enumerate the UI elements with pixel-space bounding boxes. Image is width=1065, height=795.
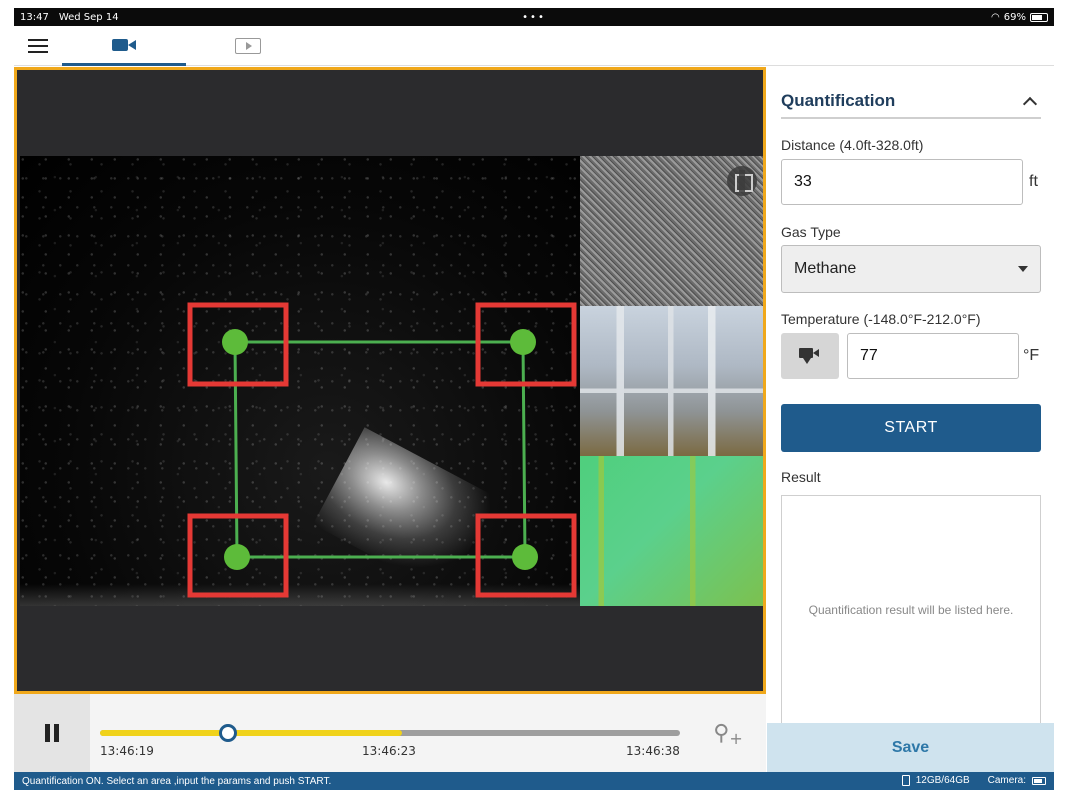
result-label: Result <box>781 469 821 485</box>
caret-down-icon <box>1018 266 1028 272</box>
camera-status-label: Camera: <box>987 775 1026 787</box>
system-status-bar: 13:47 Wed Sep 14 ••• ◠ 69% <box>14 8 1054 26</box>
chevron-up-icon <box>1022 96 1038 112</box>
distance-label: Distance (4.0ft-328.0ft) <box>781 137 924 153</box>
clock-time: 13:47 <box>20 11 49 23</box>
gas-type-label: Gas Type <box>781 224 841 240</box>
battery-percent: 69% <box>1003 11 1026 23</box>
distance-unit: ft <box>1029 173 1038 190</box>
video-viewport[interactable] <box>14 67 766 694</box>
timeline-buffered <box>100 730 402 736</box>
app-status-bar: Quantification ON. Select an area ,input… <box>14 772 1054 790</box>
top-navigation <box>14 26 1054 66</box>
add-marker-pin-icon[interactable]: ⚲ + <box>690 694 766 772</box>
camera-battery-icon <box>1032 776 1046 785</box>
roi-handle-bottom-right[interactable] <box>512 544 538 570</box>
play-icon <box>235 38 261 54</box>
tab-playback[interactable] <box>186 26 310 66</box>
temperature-unit: °F <box>1023 347 1040 364</box>
roi-handle-top-right[interactable] <box>510 329 536 355</box>
temperature-label: Temperature (-148.0°F-212.0°F) <box>781 311 981 327</box>
timeline-mid-time: 13:46:23 <box>362 744 416 758</box>
gas-type-value: Methane <box>794 260 857 277</box>
save-button[interactable]: Save <box>767 723 1054 772</box>
result-box: Quantification result will be listed her… <box>781 495 1041 723</box>
quantification-panel: Quantification Distance (4.0ft-328.0ft) … <box>767 67 1054 723</box>
gas-type-select[interactable]: Methane <box>781 245 1041 293</box>
clock-date: Wed Sep 14 <box>58 11 119 23</box>
video-camera-icon <box>112 38 136 52</box>
roi-handle-top-left[interactable] <box>222 329 248 355</box>
roi-outline <box>233 340 527 559</box>
panel-title: Quantification <box>781 91 896 110</box>
menu-icon[interactable] <box>28 39 48 53</box>
distance-input[interactable] <box>781 159 1023 205</box>
result-placeholder: Quantification result will be listed her… <box>808 602 1014 617</box>
storage-usage: 12GB/64GB <box>915 775 970 787</box>
wifi-icon: ◠ <box>991 11 1000 23</box>
quantification-panel-header[interactable]: Quantification <box>781 85 1041 119</box>
timeline-end-time: 13:46:38 <box>626 744 680 758</box>
pause-button[interactable] <box>14 694 90 772</box>
tab-live-view[interactable] <box>62 26 186 66</box>
timeline-slider[interactable] <box>100 724 680 742</box>
sd-card-icon <box>901 775 910 787</box>
playback-controls: 13:46:19 13:46:23 13:46:38 ⚲ + <box>14 694 766 772</box>
camera-download-icon <box>799 346 821 366</box>
temperature-input[interactable] <box>847 333 1019 379</box>
multitask-dots: ••• <box>522 11 546 23</box>
timeline-thumb[interactable] <box>218 724 237 742</box>
roi-selection[interactable] <box>17 70 763 691</box>
timeline-start-time: 13:46:19 <box>100 744 154 758</box>
start-button[interactable]: START <box>781 404 1041 452</box>
roi-handle-bottom-left[interactable] <box>224 544 250 570</box>
status-message: Quantification ON. Select an area ,input… <box>22 775 332 787</box>
battery-icon <box>1030 12 1048 22</box>
import-camera-temperature-button[interactable] <box>781 333 839 379</box>
